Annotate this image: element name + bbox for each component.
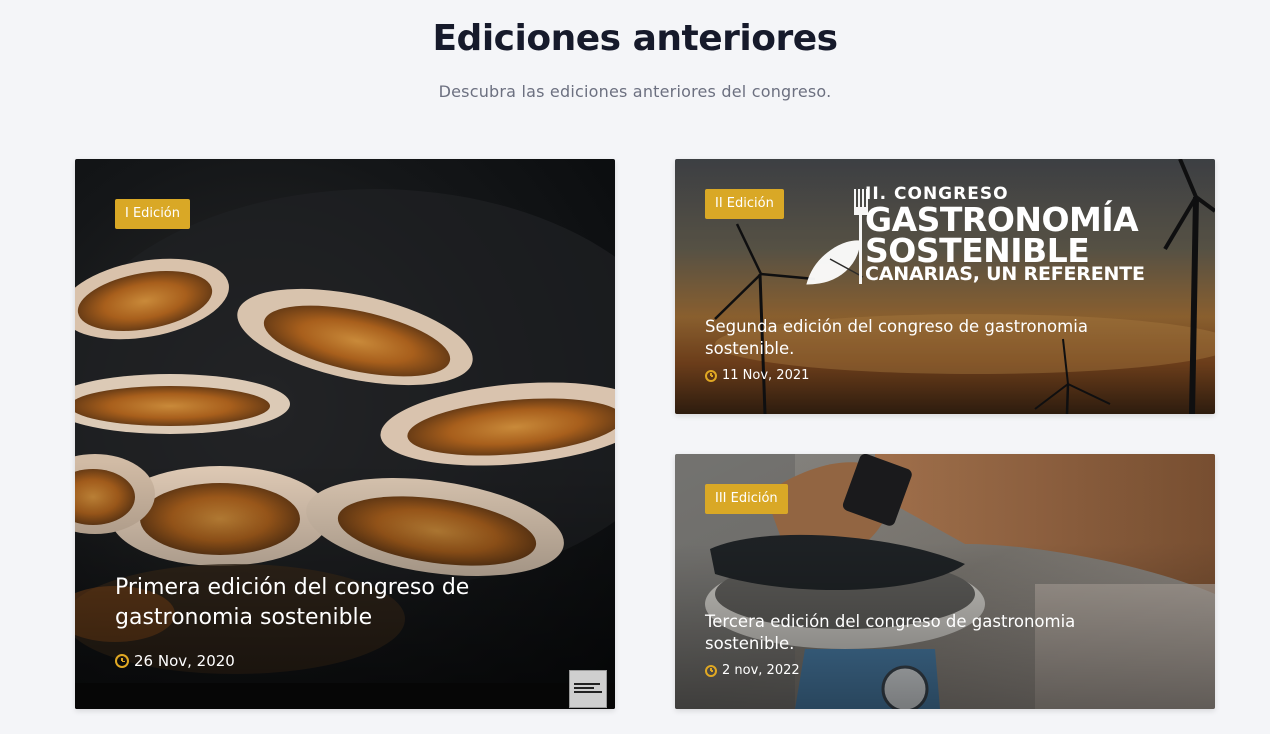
logo-line-4: CANARIAS, UN REFERENTE: [865, 263, 1145, 285]
edition-badge: II Edición: [705, 189, 784, 219]
date-text: 26 Nov, 2020: [134, 652, 235, 670]
clock-icon: [115, 654, 129, 668]
edition-card-3[interactable]: III Edición Tercera edición del congreso…: [675, 454, 1215, 709]
edition-date: 2 nov, 2022: [705, 663, 800, 678]
edition-card-2[interactable]: II. CONGRESO GASTRONOMÍA SOSTENIBLE CANA…: [675, 159, 1215, 414]
clock-icon: [705, 369, 717, 382]
page-subtitle: Descubra las ediciones anteriores del co…: [438, 82, 832, 101]
video-bar: [75, 683, 615, 709]
edition-date: 11 Nov, 2021: [705, 368, 809, 383]
date-text: 11 Nov, 2021: [722, 368, 810, 383]
edition-title[interactable]: Tercera edición del congreso de gastrono…: [705, 611, 1145, 655]
edition-title[interactable]: Primera edición del congreso de gastrono…: [115, 573, 575, 633]
thumbnail-icon: [569, 670, 607, 708]
edition-date: 26 Nov, 2020: [115, 652, 235, 670]
page-title: Ediciones anteriores: [432, 18, 838, 59]
clock-icon: [705, 664, 717, 677]
edition-card-1[interactable]: I Edición Primera edición del congreso d…: [75, 159, 615, 709]
edition-title[interactable]: Segunda edición del congreso de gastrono…: [705, 316, 1145, 360]
date-text: 2 nov, 2022: [722, 663, 800, 678]
edition-badge: I Edición: [115, 199, 190, 229]
edition-badge: III Edición: [705, 484, 788, 514]
